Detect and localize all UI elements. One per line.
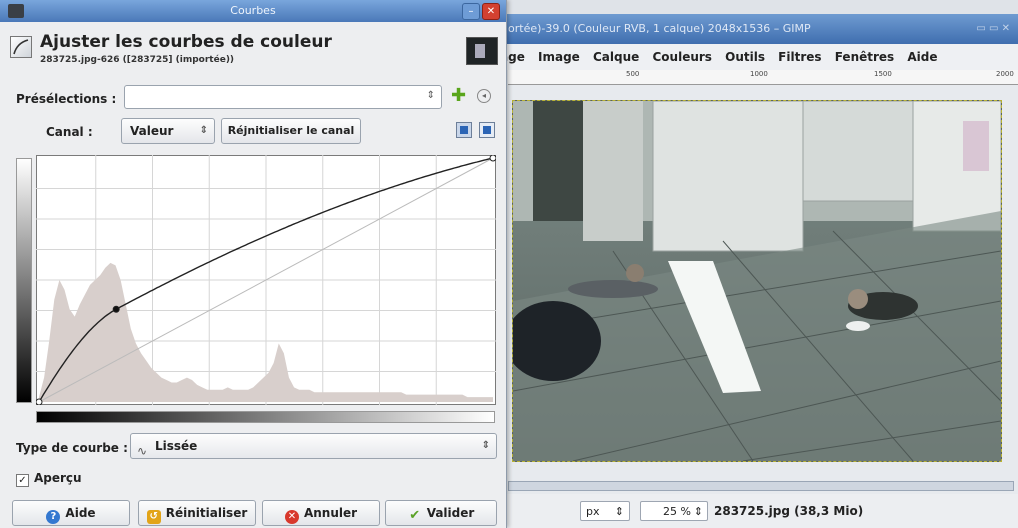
combo-arrows-icon: ⇕ (426, 90, 435, 101)
cancel-icon: ✕ (284, 510, 299, 524)
menu-item-fenetres[interactable]: Fenêtres (835, 50, 894, 64)
menu-item-couleurs[interactable]: Couleurs (652, 50, 711, 64)
help-button[interactable]: ? Aide (12, 500, 130, 526)
close-icon[interactable]: ✕ (482, 3, 500, 20)
smooth-curve-icon: ∿ (137, 444, 148, 458)
combo-arrows-icon: ⇕ (199, 125, 208, 136)
ruler-tick: 1500 (874, 70, 892, 78)
curve-editor[interactable] (36, 155, 496, 405)
status-file-info: 283725.jpg (38,3 Mio) (714, 504, 864, 518)
presets-label: Présélections : (16, 92, 117, 106)
gimp-statusbar: px ⇕ 25 % ⇕ 283725.jpg (38,3 Mio) (500, 494, 1018, 528)
menu-item-filtres[interactable]: Filtres (778, 50, 821, 64)
curve-type-value: Lissée (155, 439, 198, 453)
unit-value: px (586, 505, 600, 518)
dialog-titlebar: Courbes – ✕ (0, 0, 506, 22)
gimp-window-title: ortée)-39.0 (Couleur RVB, 1 calque) 2048… (500, 14, 1018, 44)
curve-type-select[interactable]: ∿ Lissée ⇕ (130, 433, 497, 459)
reset-channel-button[interactable]: Réjnitialiser le canal (221, 118, 361, 144)
horizontal-scrollbar[interactable] (508, 481, 1014, 491)
cancel-label: Annuler (303, 506, 358, 520)
channel-value: Valeur (130, 124, 174, 138)
image-thumbnail (466, 37, 498, 65)
help-label: Aide (65, 506, 96, 520)
spin-arrows-icon: ⇕ (693, 505, 703, 518)
menu-item-image[interactable]: Image (538, 50, 580, 64)
ruler-tick: 500 (626, 70, 640, 78)
ok-label: Valider (426, 506, 475, 520)
preview-toggle[interactable]: ✓ Aperçu (16, 471, 82, 487)
dialog-subheading: 283725.jpg-626 ([283725] (importée)) (40, 55, 235, 65)
menu-item-aide[interactable]: Aide (907, 50, 937, 64)
horizontal-ruler: 500 1000 1500 2000 (508, 70, 1018, 85)
channel-label: Canal : (46, 125, 93, 139)
input-gradient-bar (36, 411, 495, 423)
preview-label: Aperçu (34, 471, 82, 485)
add-preset-icon[interactable]: ✚ (451, 87, 466, 105)
channel-select[interactable]: Valeur ⇕ (121, 118, 215, 144)
menu-item-calque[interactable]: Calque (593, 50, 639, 64)
preview-checkbox[interactable]: ✓ (16, 474, 29, 487)
spin-arrows-icon: ⇕ (614, 505, 624, 518)
zoom-select[interactable]: 25 % ⇕ (640, 501, 708, 521)
kitchen-photo (513, 101, 1001, 461)
dialog-heading: Ajuster les courbes de couleur (40, 32, 332, 52)
presets-combo[interactable]: ⇕ (124, 85, 442, 109)
linear-histogram-icon[interactable] (456, 122, 472, 138)
preset-menu-icon[interactable]: ◂ (477, 89, 491, 103)
reset-button[interactable]: ↺ Réinitialiser (138, 500, 256, 526)
gimp-title-controls: ▭ ▭ ✕ (976, 23, 1010, 34)
menu-item-outils[interactable]: Outils (725, 50, 765, 64)
gimp-image-window: ortée)-39.0 (Couleur RVB, 1 calque) 2048… (500, 14, 1018, 528)
minimize-icon[interactable]: – (462, 3, 480, 20)
checkmark-icon: ✔ (409, 508, 421, 523)
control-point[interactable] (112, 305, 120, 313)
curves-dialog: Courbes – ✕ Ajuster les courbes de couleu… (0, 0, 507, 528)
image-canvas[interactable] (512, 100, 1002, 462)
ok-button[interactable]: ✔ Valider (385, 500, 497, 526)
help-icon: ? (46, 510, 61, 524)
gimp-menubar: age Image Calque Couleurs Outils Filtres… (500, 44, 1018, 70)
output-gradient-bar (16, 158, 32, 403)
reset-icon: ↺ (146, 510, 161, 524)
control-point[interactable] (489, 155, 496, 162)
control-point[interactable] (36, 398, 43, 405)
zoom-value: 25 % (663, 505, 691, 518)
dialog-title: Courbes (230, 4, 276, 17)
curves-tool-icon (10, 36, 32, 58)
window-buttons: – ✕ (460, 3, 500, 20)
curve-type-label: Type de courbe : (16, 441, 128, 455)
log-histogram-icon[interactable] (479, 122, 495, 138)
reset-label: Réinitialiser (165, 506, 248, 520)
combo-arrows-icon: ⇕ (481, 440, 490, 451)
cancel-button[interactable]: ✕ Annuler (262, 500, 380, 526)
gimp-title-text: ortée)-39.0 (Couleur RVB, 1 calque) 2048… (508, 22, 811, 35)
ruler-tick: 2000 (996, 70, 1014, 78)
ruler-tick: 1000 (750, 70, 768, 78)
unit-select[interactable]: px ⇕ (580, 501, 630, 521)
